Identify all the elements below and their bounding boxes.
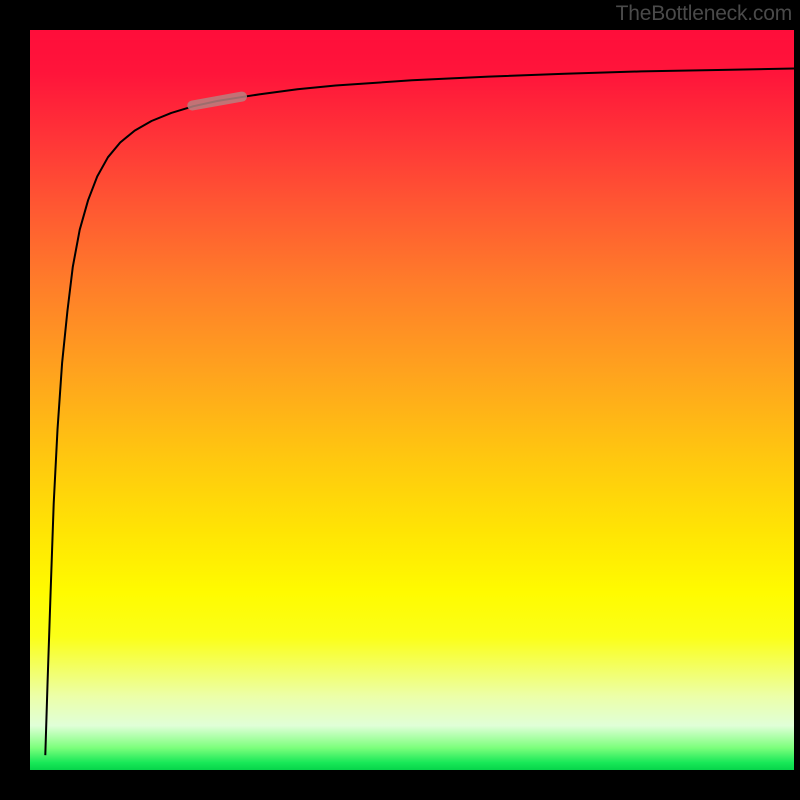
attribution-text: TheBottleneck.com	[616, 2, 792, 26]
curve-layer	[30, 30, 794, 770]
plot-area	[30, 30, 794, 770]
bottleneck-curve	[45, 69, 794, 756]
chart-frame: TheBottleneck.com	[0, 0, 800, 800]
current-position-marker	[192, 97, 242, 106]
